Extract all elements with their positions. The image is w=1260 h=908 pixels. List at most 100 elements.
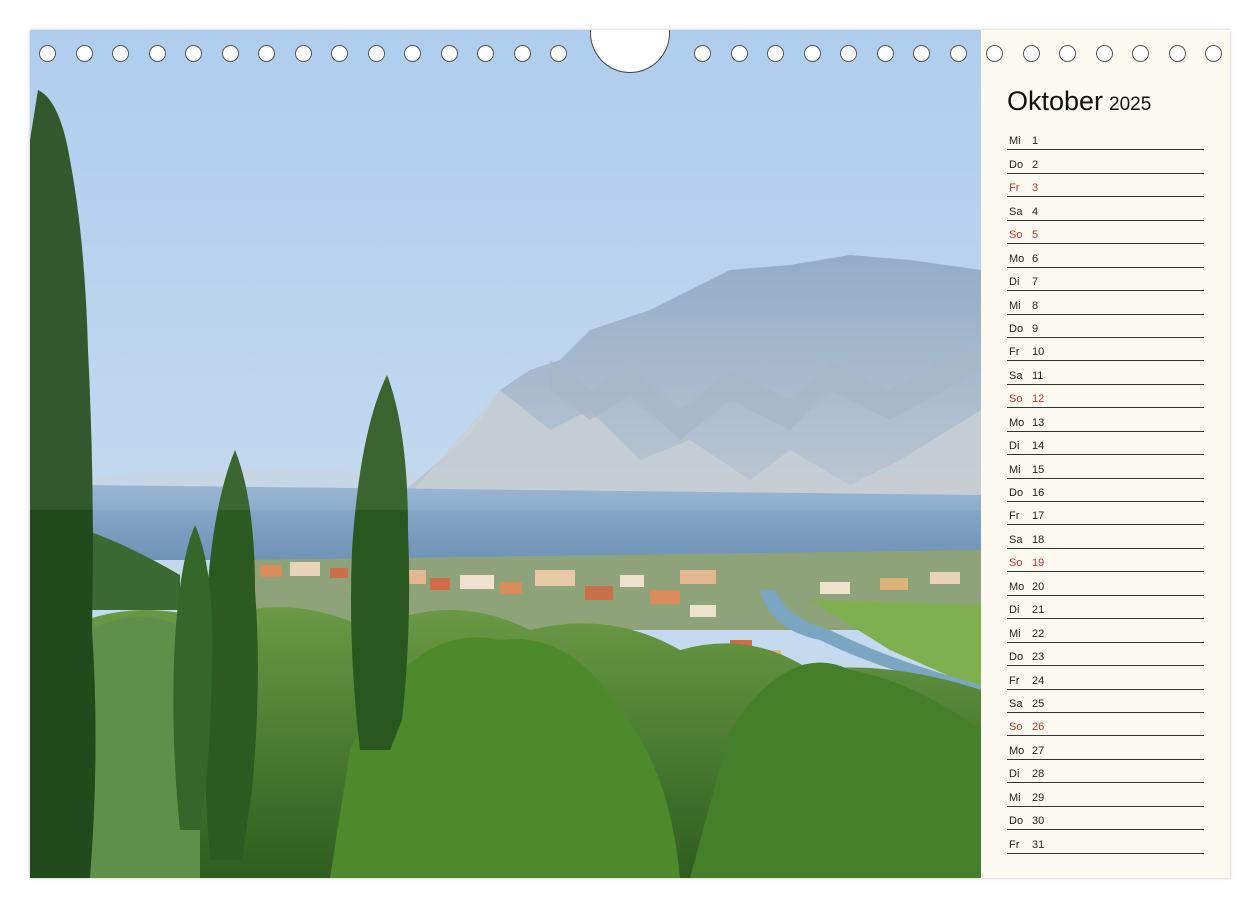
weekday-label: Fr [1009,346,1020,359]
binding-ring-icon [112,45,129,62]
weekday-label: Do [1009,322,1024,335]
binding-ring-icon [75,45,93,62]
binding-ring-icon [367,45,385,62]
day-number: 24 [1032,674,1045,687]
weekday-label: Mi [1009,135,1021,148]
day-row: Mo 13 [1007,408,1204,432]
day-number: 14 [1032,440,1045,453]
binding-ring-icon [1095,45,1113,62]
day-number: 27 [1032,744,1045,757]
binding-ring-icon [404,45,421,62]
day-row: Mi 15 [1007,455,1204,479]
day-row: Do 16 [1007,479,1204,502]
weekday-label: Mo [1009,744,1025,757]
day-number: 13 [1032,416,1045,429]
day-number: 22 [1032,627,1045,640]
binding-ring-icon [258,45,275,62]
day-number: 3 [1032,182,1039,195]
binding-ring-icon [185,45,202,62]
day-number: 17 [1032,510,1045,523]
day-number: 4 [1032,205,1039,218]
binding-ring-icon [767,45,784,62]
day-row: Sa 4 [1007,197,1204,221]
binding-ring-icon [730,45,748,62]
weekday-label: Fr [1009,510,1020,523]
binding-ring-icon [294,45,312,62]
day-number: 29 [1032,791,1045,804]
day-row: Mi 29 [1007,783,1204,807]
day-number: 26 [1032,721,1045,734]
weekday-label: Fr [1009,182,1020,195]
weekday-label: Di [1009,276,1020,289]
binding-ring-icon [331,45,348,62]
binding-ring-icon [39,45,56,62]
binding-ring-icon [876,45,894,62]
day-row: Di 14 [1007,432,1204,456]
day-row: So 12 [1007,385,1204,409]
day-row: Fr 31 [1007,830,1204,854]
binding-ring-icon [949,45,967,62]
day-number: 19 [1032,557,1045,570]
day-number: 18 [1032,533,1045,546]
day-number: 16 [1032,487,1045,499]
binding-ring-icon [1132,45,1149,62]
weekday-label: Do [1009,158,1024,171]
day-row: Fr 3 [1007,174,1204,198]
day-number: 9 [1032,322,1039,335]
day-number: 6 [1032,252,1039,265]
calendar-panel: Oktober 2025 Mi 1 Do 2 Fr 3 Sa 4 So 5 Mo 6 Di 7 Mi 8 Do 9 F… [981,30,1230,878]
day-row: Mi 8 [1007,291,1204,315]
day-number: 11 [1032,369,1044,382]
weekday-label: Mi [1009,627,1021,640]
weekday-label: Do [1009,487,1024,499]
day-row: Do 9 [1007,315,1204,338]
day-number: 7 [1032,276,1039,289]
day-row: Di 28 [1007,760,1204,784]
day-row: Di 7 [1007,268,1204,292]
spiral-binding [30,30,1230,73]
year-label: 2025 [1109,94,1152,115]
day-number: 31 [1032,838,1045,851]
binding-ring-icon [694,45,711,62]
day-list: Mi 1 Do 2 Fr 3 Sa 4 So 5 Mo 6 Di 7 Mi 8 Do 9 Fr 10 Sa 11 So 12 M… [1007,127,1204,854]
weekday-label: Mo [1009,252,1025,265]
lake-landscape-photo [30,30,981,878]
day-row: Fr 24 [1007,666,1204,690]
day-row: Fr 10 [1007,338,1204,362]
binding-ring-icon [440,45,458,62]
weekday-label: Fr [1009,674,1020,687]
binding-ring-icon [1205,45,1222,62]
weekday-label: Fr [1009,838,1020,851]
day-row: Do 23 [1007,643,1204,667]
day-number: 12 [1032,393,1045,406]
weekday-label: Di [1009,768,1020,781]
day-number: 5 [1032,229,1039,242]
day-number: 10 [1032,346,1045,359]
day-number: 15 [1032,463,1045,476]
weekday-label: So [1009,393,1023,406]
binding-ring-icon [803,45,821,62]
day-number: 21 [1032,604,1045,617]
weekday-label: Mo [1009,416,1025,429]
binding-ring-icon [221,45,239,62]
binding-ring-icon [477,45,494,62]
weekday-label: Do [1009,815,1024,828]
day-number: 30 [1032,815,1045,828]
day-row: Mo 20 [1007,572,1204,596]
binding-ring-icon [1059,45,1076,62]
binding-ring-icon [1022,45,1040,62]
day-number: 20 [1032,580,1045,593]
weekday-label: Mi [1009,299,1021,312]
weekday-label: Mi [1009,791,1021,804]
weekday-label: Do [1009,651,1024,664]
weekday-label: Sa [1009,205,1023,218]
weekday-label: So [1009,721,1023,734]
weekday-label: Di [1009,604,1020,617]
weekday-label: Mo [1009,580,1025,593]
day-row: Mi 1 [1007,127,1204,151]
weekday-label: Sa [1009,697,1023,710]
day-row: Mo 27 [1007,736,1204,760]
binding-ring-icon [550,45,567,62]
weekday-label: Di [1009,440,1020,453]
binding-ring-icon [840,45,857,62]
